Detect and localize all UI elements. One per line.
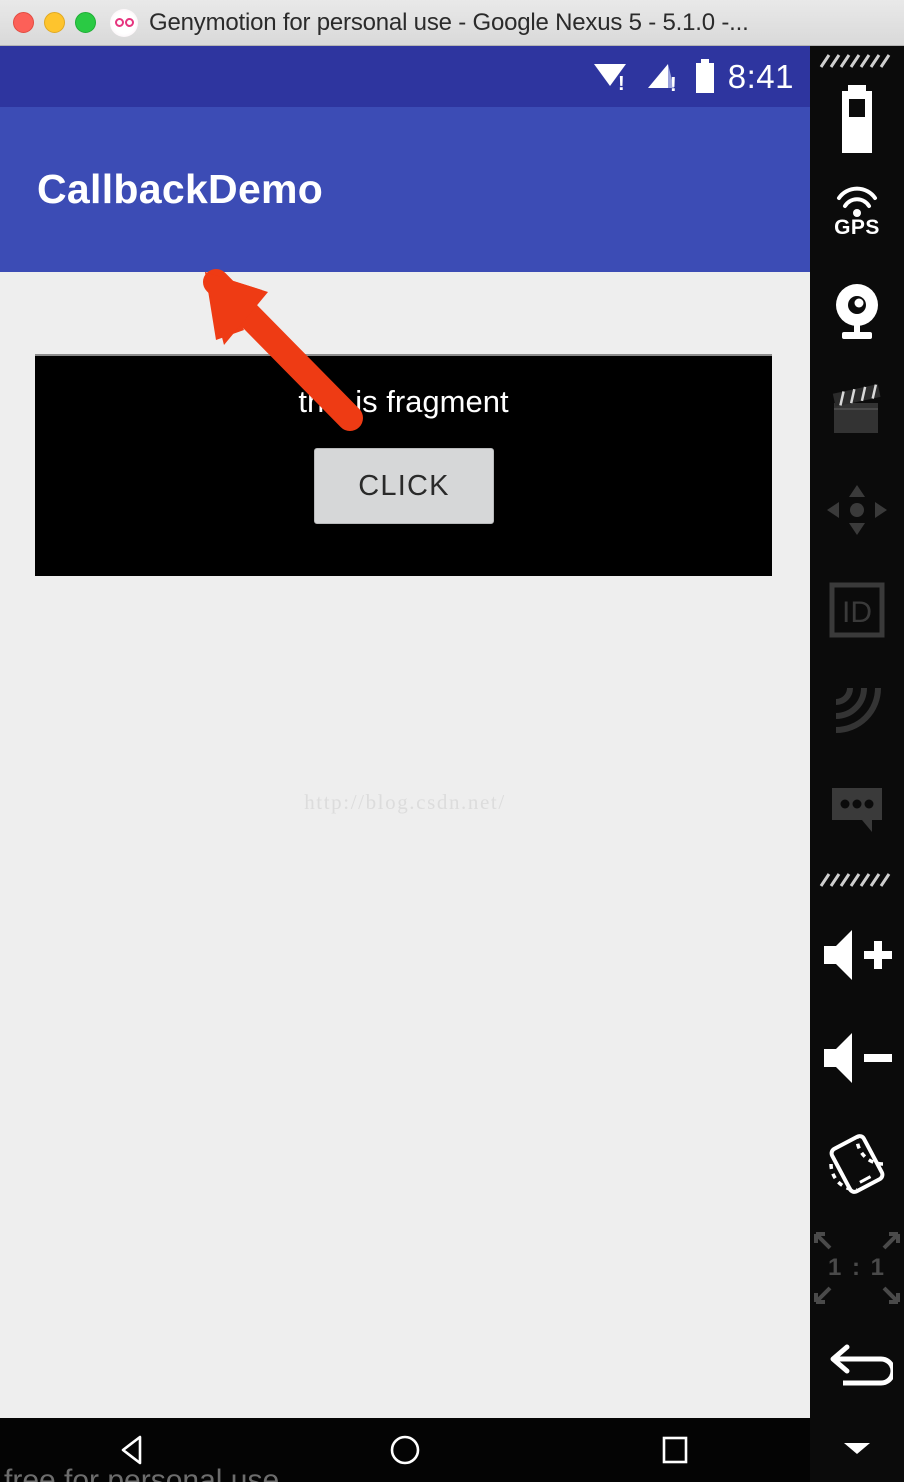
- volume-down-button[interactable]: [810, 1007, 904, 1111]
- android-status-bar: ! ! 8:41: [0, 46, 810, 107]
- screencast-widget-button[interactable]: [810, 360, 904, 460]
- svg-text:ID: ID: [842, 596, 872, 629]
- window-title: Genymotion for personal use - Google Nex…: [149, 8, 749, 36]
- window-minimize-button[interactable]: [44, 12, 65, 33]
- genymotion-logo-icon: [110, 8, 138, 37]
- camera-widget-button[interactable]: [810, 261, 904, 361]
- window-maximize-button[interactable]: [75, 12, 96, 33]
- svg-text:!: !: [618, 73, 625, 94]
- blog-watermark: http://blog.csdn.net/: [304, 790, 506, 814]
- genymotion-toolbar: GPS ID 1: 1: [810, 46, 904, 1482]
- app-action-bar: CallbackDemo: [0, 107, 810, 272]
- sms-bubble-icon: [832, 788, 882, 833]
- gps-label: GPS: [834, 215, 880, 239]
- click-button[interactable]: CLICK: [314, 448, 494, 524]
- dpad-icon: [827, 484, 887, 535]
- status-bar-clock: 8:41: [727, 57, 794, 95]
- chevron-down-icon: [844, 1443, 870, 1455]
- cellular-warning-icon: !: [644, 60, 682, 94]
- hatch-divider-icon: [819, 54, 891, 69]
- nav-home-circle-icon: [390, 1435, 420, 1465]
- device-screen[interactable]: ! ! 8:41 CallbackDemo this is fragment C…: [0, 46, 810, 1482]
- svg-text:!: !: [670, 74, 677, 94]
- toolbar-back-button[interactable]: [810, 1319, 904, 1415]
- rotate-button[interactable]: [810, 1110, 904, 1217]
- zoom-ratio-widget[interactable]: 1 : 1: [810, 1217, 904, 1319]
- collapse-toolbar-button[interactable]: [810, 1415, 904, 1482]
- arrow-top-left-icon: [814, 1232, 832, 1250]
- volume-up-icon: [824, 929, 892, 980]
- volume-down-icon: [824, 1033, 892, 1084]
- android-navigation-bar: free for personal use: [0, 1418, 810, 1482]
- gps-widget-button[interactable]: GPS: [810, 161, 904, 261]
- hatch-divider-icon: [819, 873, 891, 887]
- genymotion-free-watermark: free for personal use: [4, 1464, 280, 1482]
- nav-recents-button[interactable]: [540, 1428, 810, 1472]
- hatch-divider-top: [810, 46, 904, 79]
- rotate-device-icon: [829, 1133, 885, 1194]
- identifiers-widget-button[interactable]: ID: [810, 560, 904, 660]
- volume-up-button[interactable]: [810, 903, 904, 1007]
- app-content-area: 被点击了24次 this is fragment CLICK http://bl…: [0, 272, 810, 1418]
- screenshot-root: Genymotion for personal use - Google Nex…: [0, 0, 904, 1482]
- wifi-warning-icon: !: [592, 60, 632, 94]
- fragment-label: this is fragment: [298, 384, 509, 419]
- app-title: CallbackDemo: [37, 166, 324, 212]
- battery-icon: [694, 58, 716, 95]
- arrow-top-right-icon: [882, 1232, 900, 1250]
- id-box-icon: ID: [829, 582, 885, 638]
- battery-widget-button[interactable]: [810, 79, 904, 161]
- window-close-button[interactable]: [13, 12, 34, 33]
- sms-widget-button[interactable]: [810, 759, 904, 859]
- gps-icon: [837, 186, 877, 217]
- window-controls: [13, 12, 96, 33]
- fragment-container: this is fragment CLICK: [35, 354, 772, 576]
- battery-icon: [842, 84, 872, 153]
- nav-home-button[interactable]: [270, 1428, 540, 1472]
- signal-waves-icon: [835, 688, 881, 734]
- window-titlebar: Genymotion for personal use - Google Nex…: [0, 0, 904, 46]
- nav-recents-square-icon: [662, 1436, 688, 1464]
- arrow-bottom-left-icon: [814, 1286, 832, 1305]
- clapperboard-icon: [832, 384, 881, 434]
- zoom-ratio-label: 1 : 1: [827, 1254, 887, 1282]
- arrow-bottom-right-icon: [882, 1286, 900, 1305]
- back-arrow-icon: [830, 1344, 893, 1386]
- dpad-widget-button[interactable]: [810, 460, 904, 560]
- webcam-icon: [836, 283, 878, 339]
- hatch-divider-mid: [810, 859, 904, 903]
- network-widget-button[interactable]: [810, 660, 904, 760]
